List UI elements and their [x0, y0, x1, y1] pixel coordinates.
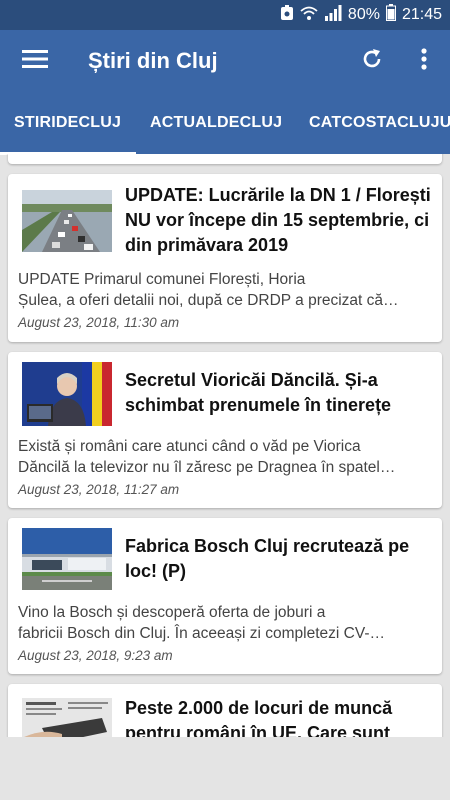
excerpt-line: Vino la Bosch și descoperă oferta de job…: [18, 604, 326, 621]
tab-actualdecluj[interactable]: ACTUALDECLUJ: [150, 92, 282, 154]
refresh-button[interactable]: [346, 30, 398, 92]
excerpt-line: Dăncilă la televizor nu îl zăresc pe Dra…: [18, 459, 396, 476]
more-options-button[interactable]: [398, 30, 450, 92]
article-title[interactable]: Fabrica Bosch Cluj recrutează pe loc! (P…: [125, 534, 437, 584]
wifi-icon: [300, 5, 318, 26]
navigation-bar-area: [0, 737, 450, 800]
newspaper-jobs-photo: [22, 698, 112, 737]
article-date: August 23, 2018, 11:30 am: [18, 315, 180, 330]
article-card[interactable]: Peste 2.000 de locuri de muncă pentru ro…: [8, 684, 442, 737]
article-date: August 23, 2018, 11:27 am: [18, 482, 180, 497]
battery-icon: [385, 4, 396, 26]
menu-button[interactable]: [0, 30, 70, 92]
article-excerpt: Vino la Bosch și descoperă oferta de job…: [18, 602, 436, 644]
article-title[interactable]: Secretul Vioricăi Dăncilă. Și-a schimbat…: [125, 368, 437, 418]
article-excerpt: Există și români care atunci când o văd …: [18, 436, 436, 478]
refresh-icon: [360, 47, 384, 76]
menu-icon: [22, 49, 48, 74]
battery-percent: 80%: [347, 6, 380, 23]
politician-portrait-photo: [22, 362, 112, 426]
tab-bar: STIRIDECLUJ ACTUALDECLUJ CATCOSTACLUJUL: [0, 92, 450, 154]
app-bar: Știri din Cluj: [0, 30, 450, 92]
more-vert-icon: [421, 47, 427, 75]
excerpt-line: Șulea, a oferi detalii noi, după ce DRDP…: [18, 292, 399, 309]
excerpt-line: fabricii Bosch din Cluj. În aceeași zi c…: [18, 625, 385, 642]
tab-stiridecluj[interactable]: STIRIDECLUJ: [14, 92, 121, 154]
article-excerpt: UPDATE Primarul comunei Florești, Horia …: [18, 269, 436, 311]
article-title[interactable]: UPDATE: Lucrările la DN 1 / Florești NU …: [125, 183, 437, 258]
tab-catcostaclujul[interactable]: CATCOSTACLUJUL: [309, 92, 450, 154]
notification-icon: [280, 4, 294, 26]
signal-icon: [324, 4, 342, 26]
article-title[interactable]: Peste 2.000 de locuri de muncă pentru ro…: [125, 696, 437, 737]
article-card[interactable]: Secretul Vioricăi Dăncilă. Și-a schimbat…: [8, 352, 442, 508]
article-date: August 23, 2018, 9:23 am: [18, 648, 173, 663]
article-feed[interactable]: UPDATE: Lucrările la DN 1 / Florești NU …: [0, 154, 450, 737]
status-bar: 80% 21:45: [0, 0, 450, 30]
clock: 21:45: [401, 6, 442, 23]
page-title: Știri din Cluj: [88, 48, 218, 73]
highway-traffic-photo: [22, 190, 112, 252]
factory-building-photo: [22, 528, 112, 590]
article-card[interactable]: Fabrica Bosch Cluj recrutează pe loc! (P…: [8, 518, 442, 674]
excerpt-line: UPDATE Primarul comunei Florești, Horia: [18, 271, 306, 288]
excerpt-line: Există și români care atunci când o văd …: [18, 438, 361, 455]
article-card[interactable]: UPDATE: Lucrările la DN 1 / Florești NU …: [8, 174, 442, 342]
article-card-partial[interactable]: [8, 154, 442, 164]
